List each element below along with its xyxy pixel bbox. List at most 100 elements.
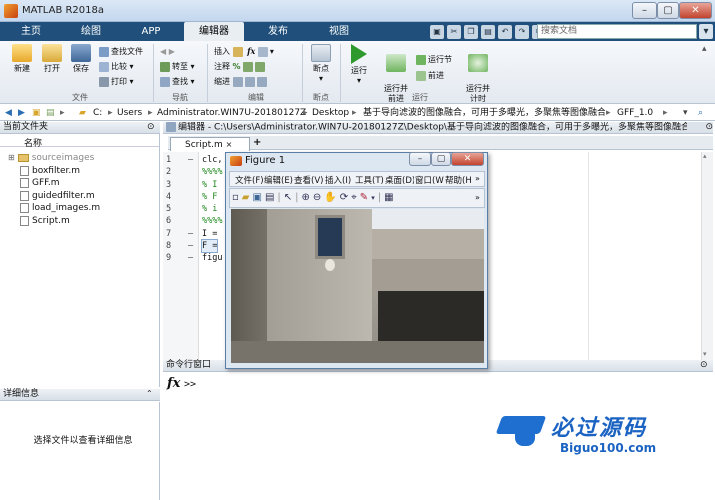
menu-file[interactable]: 文件(F) (235, 174, 263, 186)
panel-menu-icon[interactable]: ⊙ (147, 122, 155, 132)
print-button[interactable]: 打印 ▾ (99, 75, 134, 88)
figure-minimize-button[interactable]: – (409, 152, 431, 166)
pointer-icon[interactable]: ↖ (284, 192, 292, 203)
list-item[interactable]: GFF.m (8, 177, 100, 190)
open-button[interactable]: 打开 (37, 44, 67, 74)
forward-icon[interactable]: ▶ (18, 107, 25, 119)
command-window-title: 命令行窗口 (166, 360, 212, 370)
breakpoint-dash[interactable]: – (188, 154, 202, 166)
address-dropdown-icon[interactable]: ▸ (60, 107, 65, 119)
crumb-desktop[interactable]: Desktop (312, 107, 349, 119)
tab-publish[interactable]: 发布 (252, 22, 304, 41)
browse-folder-icon[interactable]: ▤ (46, 107, 55, 119)
figure-maximize-button[interactable]: ▢ (431, 152, 451, 166)
close-tab-icon[interactable]: × (226, 140, 233, 149)
zoom-in-icon[interactable]: ⊕ (302, 192, 310, 203)
rotate-3d-icon[interactable]: ⟳ (340, 192, 348, 203)
list-item[interactable]: boxfilter.m (8, 165, 100, 178)
cut-icon[interactable]: ✂ (447, 24, 461, 39)
address-history-dropdown[interactable]: ▾ (683, 107, 688, 119)
menu-desktop[interactable]: 桌面(D) (385, 174, 414, 186)
menu-edit[interactable]: 编辑(E) (264, 174, 293, 186)
run-section-button[interactable]: 运行节 (416, 53, 452, 66)
paste-icon[interactable]: ▤ (481, 24, 495, 39)
list-item[interactable]: load_images.m (8, 202, 100, 215)
save-figure-icon[interactable]: ▣ (252, 192, 261, 203)
breakpoint-dash[interactable]: – (188, 228, 202, 240)
list-item[interactable]: Script.m (8, 215, 100, 228)
breakpoint-dash[interactable]: – (188, 252, 202, 264)
brush-icon[interactable]: ✎ (360, 192, 368, 203)
advance-button[interactable]: 前进 (416, 69, 444, 82)
editor-menu-icon[interactable]: ⊙ (687, 122, 713, 132)
save-icon[interactable]: ▣ (430, 24, 444, 39)
brush-dropdown-icon[interactable]: ▾ (371, 194, 375, 202)
goto-button[interactable]: 转至 ▾ (160, 60, 195, 73)
menu-view[interactable]: 查看(V) (294, 174, 324, 186)
toolbar-overflow-icon[interactable]: » (475, 193, 480, 202)
expand-icon[interactable]: ⊞ (8, 152, 15, 165)
menu-help[interactable]: 帮助(H) (445, 174, 471, 186)
zoom-out-icon[interactable]: ⊖ (313, 192, 321, 203)
fx-icon[interactable]: fx (167, 376, 180, 391)
link-plot-icon[interactable]: ▦ (384, 192, 393, 203)
new-figure-icon[interactable]: ▫ (232, 192, 239, 203)
menu-insert[interactable]: 插入(I) (325, 174, 354, 186)
scroll-up-icon[interactable]: ▴ (703, 152, 707, 160)
scroll-down-icon[interactable]: ▾ (703, 350, 707, 358)
print-figure-icon[interactable]: ▤ (265, 192, 274, 203)
menu-tools[interactable]: 工具(T) (355, 174, 384, 186)
find-files-button[interactable]: 查找文件 (99, 45, 143, 58)
save-button[interactable]: 保存 (66, 44, 96, 74)
crumb-gff[interactable]: GFF_1.0 (617, 107, 653, 119)
back-icon[interactable]: ◀ (5, 107, 12, 119)
pan-hand-icon[interactable]: ✋ (324, 192, 336, 203)
data-cursor-icon[interactable]: ⌖ (351, 192, 357, 203)
line-number: 3 (166, 179, 172, 190)
run-section-icon (416, 54, 426, 65)
breakpoint-dash[interactable]: – (188, 240, 202, 252)
list-item[interactable]: guidedfilter.m (8, 190, 100, 203)
details-expand-icon[interactable]: ⌃ (146, 389, 153, 398)
minimize-button[interactable]: – (632, 2, 657, 19)
undo-icon[interactable]: ↶ (498, 24, 512, 39)
crumb-users[interactable]: Users (117, 107, 142, 119)
run-button[interactable]: 运行 ▾ (344, 44, 374, 86)
close-button[interactable]: ✕ (679, 2, 712, 19)
editor-tab-script[interactable]: Script.m × (170, 137, 250, 151)
menu-overflow-icon[interactable]: » (475, 174, 480, 183)
breakpoints-button[interactable]: 断点 ▾ (306, 44, 336, 84)
printer-icon (99, 76, 109, 87)
tab-apps[interactable]: APP (126, 22, 176, 41)
find-button[interactable]: 查找 ▾ (160, 75, 195, 88)
collapse-ribbon-icon[interactable]: ▴ (702, 44, 707, 54)
editor-scrollbar[interactable] (701, 152, 713, 360)
compare-button[interactable]: 比较 ▾ (99, 60, 134, 73)
new-button[interactable]: 新建 (7, 44, 37, 74)
crumb-drive[interactable]: C: (93, 107, 102, 119)
open-file-icon[interactable]: ▰ (242, 192, 250, 203)
crumb-project[interactable]: 基于导向滤波的图像融合，可用于多曝光，多聚焦等图像融合 (363, 107, 605, 119)
redo-icon[interactable]: ↷ (515, 24, 529, 39)
insert-button[interactable]: 插入 fx ▾ (214, 45, 274, 58)
filter-icon[interactable]: ▾ (699, 24, 713, 39)
search-folder-icon[interactable]: ⌕ (698, 107, 703, 119)
crumb-admin[interactable]: Administrator.WIN7U-20180127Z (157, 107, 306, 119)
copy-icon[interactable]: ❐ (464, 24, 478, 39)
tab-view[interactable]: 视图 (314, 22, 364, 41)
menu-window[interactable]: 窗口(W) (415, 174, 444, 186)
figure-close-button[interactable]: ✕ (451, 152, 484, 166)
comment-button[interactable]: 注释 % (214, 60, 267, 73)
maximize-button[interactable]: ▢ (657, 2, 679, 19)
tab-home[interactable]: 主页 (6, 22, 56, 41)
up-folder-icon[interactable]: ▣ (32, 107, 41, 119)
indent-button[interactable]: 缩进 (214, 75, 269, 88)
command-menu-icon[interactable]: ⊙ (700, 360, 708, 370)
run-and-time-button[interactable]: 运行并 计时 (462, 44, 494, 104)
tab-plots[interactable]: 绘图 (66, 22, 116, 41)
new-tab-button[interactable]: + (253, 137, 261, 148)
search-documentation-input[interactable]: 搜索文档 (537, 24, 697, 39)
back-forward-buttons[interactable]: ◀ ▶ (160, 45, 175, 58)
tab-editor[interactable]: 编辑器 (184, 22, 244, 41)
list-item[interactable]: ⊞ sourceimages (8, 152, 100, 165)
